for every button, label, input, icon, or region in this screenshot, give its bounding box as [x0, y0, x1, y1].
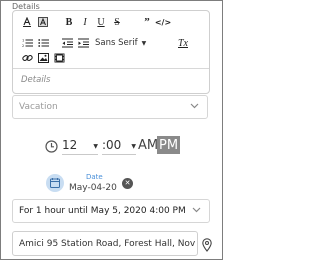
outdent-icon[interactable]	[59, 36, 75, 50]
quote-icon[interactable]: ”	[139, 15, 155, 29]
rich-text-editor[interactable]: B I U S ” </> 12 Sans Serif ▼ Tx Details	[12, 10, 210, 94]
editor-divider	[13, 68, 209, 69]
strike-icon[interactable]: S	[109, 15, 125, 29]
calendar-icon	[46, 174, 64, 196]
svg-text:1: 1	[22, 39, 24, 43]
location-input[interactable]: Amici 95 Station Road, Forest Hall, Nov	[12, 231, 198, 256]
duration-select[interactable]: For 1 hour until May 5, 2020 4:00 PM	[12, 199, 210, 223]
event-type-value: Vacation	[19, 102, 58, 112]
pm-toggle[interactable]: PM	[157, 136, 181, 154]
duration-value: For 1 hour until May 5, 2020 4:00 PM	[19, 206, 186, 216]
chevron-down-icon	[190, 102, 199, 112]
editor-toolbar-row-1: B I U S ” </>	[19, 15, 171, 29]
background-color-icon[interactable]	[35, 15, 51, 29]
hour-value: 12	[62, 138, 78, 152]
font-family-value: Sans Serif	[95, 38, 138, 48]
date-chip-value[interactable]: May-04-20	[69, 183, 117, 193]
bold-icon[interactable]: B	[61, 15, 77, 29]
chevron-down-icon	[192, 206, 201, 216]
editor-toolbar-row-3	[19, 51, 67, 65]
chevron-down-icon: ▼	[141, 39, 147, 47]
ordered-list-icon[interactable]: 12	[19, 36, 35, 50]
date-chip-label: Date	[86, 173, 103, 181]
underline-icon[interactable]: U	[93, 15, 109, 29]
hour-select[interactable]: 12 ▼	[62, 136, 98, 155]
location-pin-icon[interactable]	[202, 237, 212, 256]
location-value: Amici 95 Station Road, Forest Hall, Nov	[19, 238, 196, 249]
clear-format-icon[interactable]: Tx	[175, 36, 191, 50]
indent-icon[interactable]	[75, 36, 91, 50]
italic-icon[interactable]: I	[77, 15, 93, 29]
link-icon[interactable]	[19, 51, 35, 65]
close-icon[interactable]: ✕	[122, 178, 133, 189]
text-color-icon[interactable]	[19, 15, 35, 29]
event-type-select[interactable]: Vacation	[12, 95, 208, 119]
clock-icon	[45, 138, 58, 157]
bullet-list-icon[interactable]	[35, 36, 51, 50]
svg-text:2: 2	[22, 44, 24, 48]
font-family-select[interactable]: Sans Serif ▼	[95, 38, 169, 48]
chevron-down-icon: ▼	[131, 143, 136, 150]
minute-select[interactable]: :00 ▼	[102, 136, 136, 155]
chevron-down-icon: ▼	[93, 143, 98, 150]
image-icon[interactable]	[35, 51, 51, 65]
code-icon[interactable]: </>	[155, 15, 171, 29]
editor-toolbar-row-2: 12 Sans Serif ▼ Tx	[19, 36, 191, 50]
am-toggle[interactable]: AM	[138, 136, 158, 154]
video-icon[interactable]	[51, 51, 67, 65]
details-textarea[interactable]: Details	[21, 75, 50, 85]
minute-value: :00	[102, 138, 122, 152]
